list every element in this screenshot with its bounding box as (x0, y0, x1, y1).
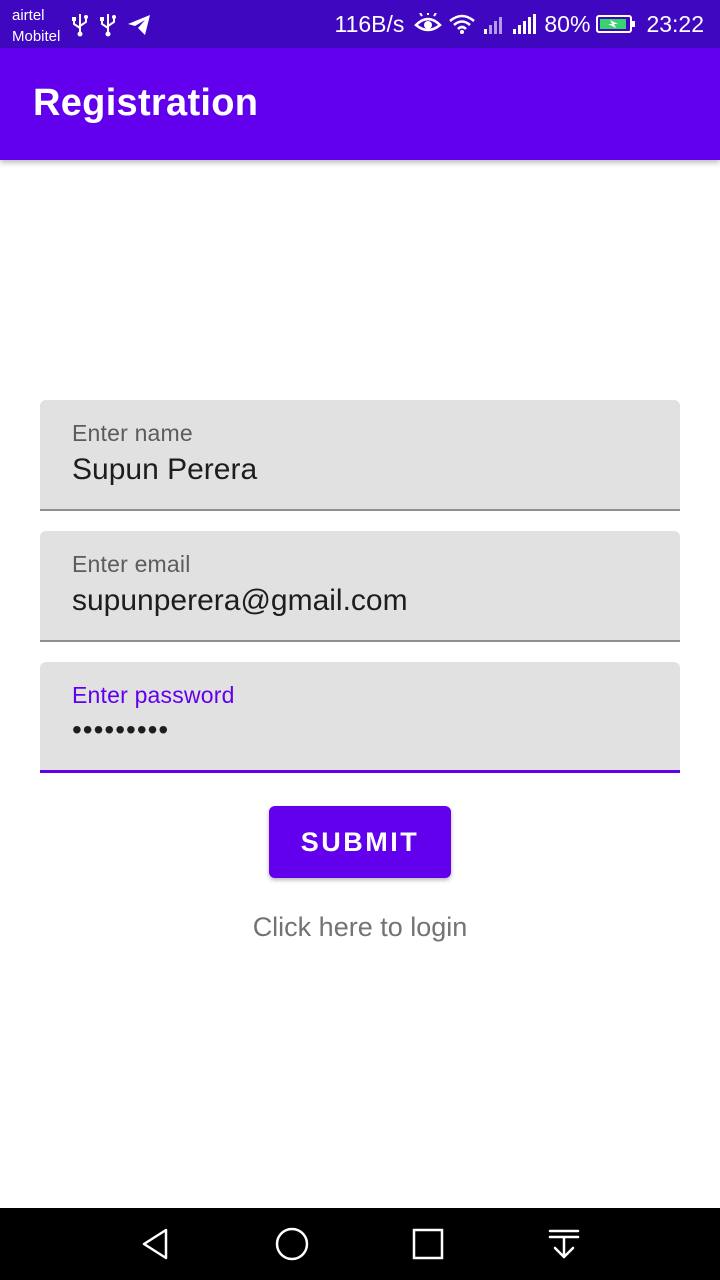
app-bar: Registration (0, 48, 720, 160)
eye-comfort-icon (414, 13, 443, 32)
password-value: ••••••••• (72, 714, 170, 745)
password-label: Enter password (72, 682, 235, 708)
signal-weak-icon (484, 17, 503, 34)
net-speed: 116B/s (334, 10, 405, 37)
name-field[interactable]: Enter name Supun Perera (40, 400, 680, 511)
usb-icon (72, 14, 88, 37)
recents-icon[interactable] (410, 1226, 446, 1262)
email-field[interactable]: Enter email supunperera@gmail.com (40, 531, 680, 642)
name-value: Supun Perera (72, 453, 258, 486)
back-icon[interactable] (138, 1226, 174, 1262)
email-value: supunperera@gmail.com (72, 584, 408, 617)
battery-charging-icon (596, 15, 636, 33)
name-label: Enter name (72, 420, 193, 446)
battery-percent: 80% (544, 10, 591, 37)
home-icon[interactable] (274, 1226, 310, 1262)
status-right: 116B/s 80% 23:22 (334, 0, 704, 48)
page-title: Registration (33, 82, 259, 124)
submit-button[interactable]: SUBMIT (269, 806, 451, 878)
password-field[interactable]: Enter password ••••••••• (40, 662, 680, 773)
carrier-1: airtel (12, 7, 45, 24)
navigation-bar (0, 1208, 720, 1280)
login-link[interactable]: Click here to login (0, 912, 720, 943)
carrier-info: airtel Mobitel (12, 5, 60, 47)
usb-icon (100, 14, 116, 37)
notification-pull-icon[interactable] (546, 1226, 582, 1262)
carrier-2: Mobitel (12, 28, 61, 45)
email-label: Enter email (72, 551, 191, 577)
status-bar: airtel Mobitel 116B/s 80% 23:22 (0, 0, 720, 48)
notification-icons (70, 12, 152, 38)
telegram-icon (128, 15, 150, 35)
wifi-icon (449, 14, 476, 34)
signal-icon (513, 14, 537, 34)
clock: 23:22 (646, 10, 704, 37)
